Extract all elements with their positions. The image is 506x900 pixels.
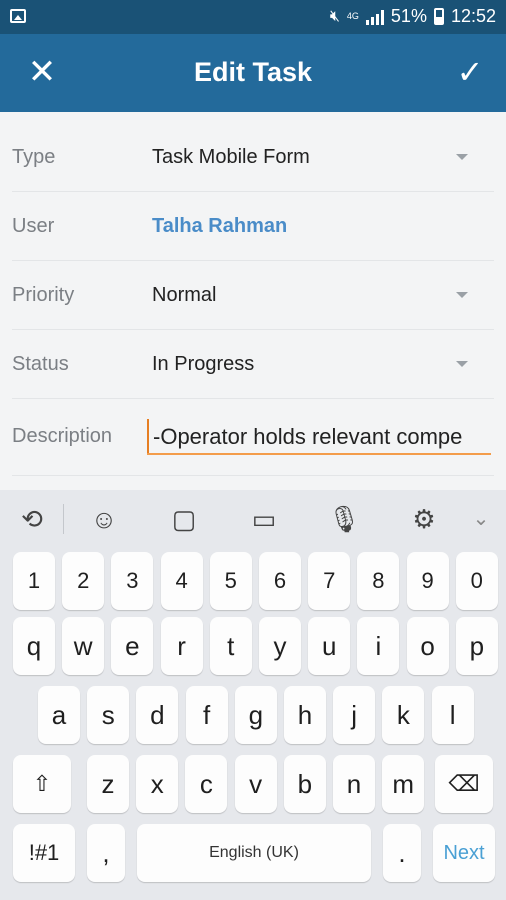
signal-icon (365, 9, 384, 25)
description-label: Description (12, 425, 113, 447)
key-p[interactable]: p (455, 617, 498, 675)
keyboard-toolbar: ⟲ ☺ ▢ ▭ 🎙︎ ⚙ ⌄ (0, 490, 506, 548)
key-k[interactable]: k (382, 686, 425, 744)
status-bar: 🔇︎ 4G 51% 12:52 (0, 0, 506, 34)
priority-dropdown-icon[interactable] (456, 292, 468, 298)
page-title: Edit Task (193, 57, 313, 87)
clock: 12:52 (450, 6, 496, 26)
description-row: Description (12, 399, 494, 476)
user-row: User Talha Rahman (12, 192, 494, 261)
type-value[interactable]: Task Mobile Form (152, 123, 310, 191)
key-r[interactable]: r (160, 617, 203, 675)
key-m[interactable]: m (382, 755, 425, 813)
key-e[interactable]: e (111, 617, 154, 675)
collapse-chevron-icon[interactable]: ⌄ (464, 502, 498, 536)
type-row[interactable]: Type Task Mobile Form (12, 123, 494, 192)
key-o[interactable]: o (406, 617, 449, 675)
key-b[interactable]: b (283, 755, 326, 813)
priority-row[interactable]: Priority Normal (12, 261, 494, 330)
keyboard: ⟲ ☺ ▢ ▭ 🎙︎ ⚙ ⌄ 1234567890 qwertyuiop asdfg… (0, 490, 506, 900)
text-cursor (147, 419, 149, 453)
status-label: Status (12, 353, 69, 375)
status-value[interactable]: In Progress (152, 330, 254, 398)
key-9[interactable]: 9 (406, 552, 449, 610)
key-j[interactable]: j (333, 686, 376, 744)
mute-icon: 🔇︎ (329, 7, 340, 25)
key-c[interactable]: c (185, 755, 228, 813)
user-value: Talha Rahman (152, 215, 288, 237)
key-4[interactable]: 4 (160, 552, 203, 610)
next-key[interactable]: Next (433, 824, 495, 882)
check-icon[interactable]: ✓ (452, 54, 488, 90)
key-3[interactable]: 3 (111, 552, 154, 610)
symbols-key[interactable]: !#1 (13, 824, 75, 882)
key-i[interactable]: i (357, 617, 400, 675)
user-label: User (12, 215, 55, 237)
key-h[interactable]: h (284, 686, 326, 744)
key-z[interactable]: z (87, 755, 129, 813)
key-l[interactable]: l (431, 686, 474, 744)
period-key[interactable]: . (383, 824, 421, 882)
emoji-icon[interactable]: ☺ (87, 502, 121, 536)
key-q[interactable]: q (13, 617, 55, 675)
key-7[interactable]: 7 (308, 552, 351, 610)
toolbar-divider (63, 504, 64, 534)
key-6[interactable]: 6 (259, 552, 301, 610)
key-w[interactable]: w (62, 617, 105, 675)
key-a[interactable]: a (38, 686, 80, 744)
key-f[interactable]: f (185, 686, 228, 744)
key-s[interactable]: s (87, 686, 130, 744)
image-notification-icon (10, 9, 26, 23)
key-0[interactable]: 0 (455, 552, 498, 610)
key-y[interactable]: y (259, 617, 301, 675)
shift-key[interactable]: ⇧ (13, 755, 71, 813)
key-v[interactable]: v (234, 755, 277, 813)
task-form: Type Task Mobile Form User Talha Rahman … (0, 112, 506, 490)
key-u[interactable]: u (308, 617, 351, 675)
key-x[interactable]: x (136, 755, 179, 813)
battery-percent: 51% (390, 6, 427, 26)
key-2[interactable]: 2 (62, 552, 105, 610)
network-type: 4G (346, 11, 359, 21)
status-row[interactable]: Status In Progress (12, 330, 494, 399)
priority-label: Priority (12, 284, 75, 306)
key-5[interactable]: 5 (209, 552, 252, 610)
translate-icon[interactable]: ⟲ (15, 502, 49, 536)
priority-value[interactable]: Normal (152, 261, 216, 329)
backspace-key[interactable]: ⌫ (435, 755, 493, 813)
key-n[interactable]: n (333, 755, 375, 813)
type-label: Type (12, 146, 56, 168)
type-dropdown-icon[interactable] (456, 154, 468, 160)
key-8[interactable]: 8 (357, 552, 400, 610)
key-d[interactable]: d (136, 686, 179, 744)
settings-gear-icon[interactable]: ⚙ (407, 502, 441, 536)
sticker-icon[interactable]: ▢ (167, 502, 201, 536)
app-bar: ✕ Edit Task ✓ (0, 34, 506, 112)
key-g[interactable]: g (234, 686, 277, 744)
gif-icon[interactable]: ▭ (247, 502, 281, 536)
key-1[interactable]: 1 (13, 552, 55, 610)
key-t[interactable]: t (209, 617, 252, 675)
space-key[interactable]: English (UK) (137, 824, 371, 882)
microphone-icon[interactable]: 🎙︎ (327, 502, 361, 536)
comma-key[interactable]: , (87, 824, 125, 882)
status-dropdown-icon[interactable] (456, 361, 468, 367)
battery-icon (433, 8, 444, 25)
description-input[interactable] (147, 423, 491, 455)
